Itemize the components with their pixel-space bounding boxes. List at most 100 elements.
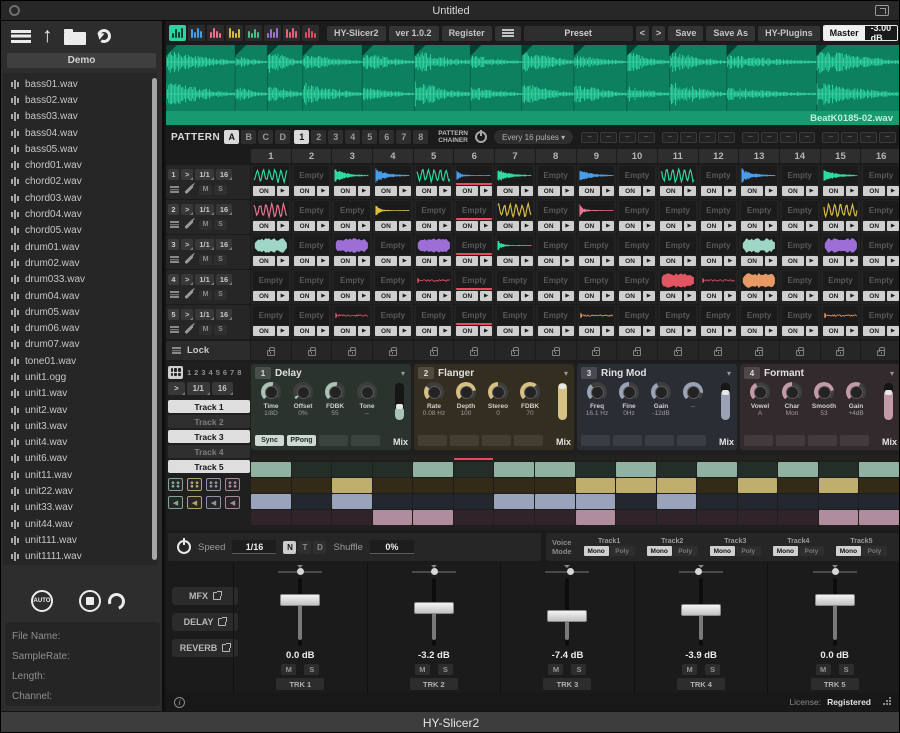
step-cell[interactable]: Empty ON ▶ bbox=[699, 165, 739, 199]
fx-step-cell[interactable] bbox=[373, 494, 413, 509]
step-play-button[interactable]: ▶ bbox=[765, 291, 777, 301]
fx-step-cell[interactable] bbox=[251, 494, 291, 509]
file-item[interactable]: chord04.wav bbox=[3, 206, 157, 222]
track-edit-icon[interactable] bbox=[184, 290, 193, 299]
step-play-button[interactable]: ▶ bbox=[602, 256, 614, 266]
fx-step-cell[interactable] bbox=[292, 510, 332, 525]
step-cell[interactable]: Empty ON ▶ bbox=[251, 270, 291, 304]
step-on-button[interactable]: ON bbox=[782, 256, 804, 266]
pattern-slot-button[interactable]: 2 bbox=[311, 130, 326, 144]
step-cell[interactable]: Empty ON ▶ bbox=[861, 165, 900, 199]
step-play-button[interactable]: ▶ bbox=[602, 326, 614, 336]
step-cell[interactable]: Empty ON ▶ bbox=[292, 200, 332, 234]
lock-cell[interactable] bbox=[658, 341, 698, 360]
track-edit-icon[interactable] bbox=[184, 325, 193, 334]
save-as-button[interactable]: Save As bbox=[706, 26, 755, 41]
step-on-button[interactable]: ON bbox=[416, 326, 438, 336]
fx-step-cell[interactable] bbox=[819, 478, 859, 493]
preset-selector[interactable]: Preset bbox=[524, 26, 633, 41]
fader-handle[interactable] bbox=[815, 594, 855, 606]
step-cell[interactable]: Empty ON ▶ bbox=[292, 235, 332, 269]
track-menu-icon[interactable] bbox=[170, 221, 179, 228]
track-rate-button[interactable]: 1/1 bbox=[195, 204, 213, 215]
fx-pattern-number[interactable]: 4 bbox=[209, 368, 213, 377]
step-cell[interactable]: ON ▶ bbox=[495, 165, 535, 199]
step-waveform[interactable] bbox=[741, 271, 777, 290]
fx-step-cell[interactable] bbox=[738, 510, 778, 525]
pattern-slot-button[interactable]: 4 bbox=[345, 130, 360, 144]
step-cell[interactable]: Empty ON ▶ bbox=[414, 305, 454, 339]
step-play-button[interactable]: ▶ bbox=[643, 326, 655, 336]
step-on-button[interactable]: ON bbox=[253, 291, 275, 301]
fx-option-button[interactable] bbox=[514, 435, 543, 446]
fx-name[interactable]: Ring Mod bbox=[601, 368, 723, 379]
sample-slot-button[interactable] bbox=[207, 25, 224, 41]
step-on-button[interactable]: ON bbox=[863, 221, 885, 231]
fx-option-button[interactable] bbox=[776, 435, 805, 446]
fx-rate-button[interactable]: 1/1 bbox=[187, 382, 210, 395]
step-on-button[interactable]: ON bbox=[375, 186, 397, 196]
step-on-button[interactable]: ON bbox=[375, 221, 397, 231]
step-on-button[interactable]: ON bbox=[497, 186, 519, 196]
step-play-button[interactable]: ▶ bbox=[846, 186, 858, 196]
pattern-bank-button[interactable]: D bbox=[275, 130, 290, 144]
step-on-button[interactable]: ON bbox=[538, 221, 560, 231]
folder-icon[interactable] bbox=[64, 32, 86, 45]
sample-slot-button[interactable] bbox=[226, 25, 243, 41]
step-on-button[interactable]: ON bbox=[538, 326, 560, 336]
step-play-button[interactable]: ▶ bbox=[277, 221, 289, 231]
step-cell[interactable]: Empty ON ▶ bbox=[454, 270, 494, 304]
fx-step-cell[interactable] bbox=[859, 494, 899, 509]
fx-pattern-number[interactable]: 3 bbox=[201, 368, 205, 377]
step-cell[interactable]: Empty ON ▶ bbox=[373, 235, 413, 269]
step-waveform[interactable] bbox=[823, 166, 859, 185]
pan-slider[interactable] bbox=[412, 567, 456, 576]
fx-option-button[interactable] bbox=[319, 435, 348, 446]
step-cell[interactable]: ON ▶ bbox=[414, 235, 454, 269]
fx-knob-tone[interactable]: Tone – bbox=[351, 382, 383, 417]
step-cell[interactable]: Empty ON ▶ bbox=[495, 270, 535, 304]
preset-next-button[interactable]: > bbox=[652, 26, 665, 41]
step-on-button[interactable]: ON bbox=[660, 221, 682, 231]
step-play-button[interactable]: ▶ bbox=[317, 256, 329, 266]
file-item[interactable]: drum05.wav bbox=[3, 304, 157, 320]
track-mute-button[interactable]: M bbox=[199, 325, 212, 335]
step-waveform[interactable]: Empty bbox=[782, 271, 818, 290]
step-cell[interactable]: Empty ON ▶ bbox=[251, 305, 291, 339]
main-menu-button[interactable] bbox=[495, 26, 521, 41]
fx-option-button[interactable] bbox=[808, 435, 837, 446]
fx-step-cell[interactable] bbox=[454, 510, 494, 525]
step-on-button[interactable]: ON bbox=[863, 326, 885, 336]
fx-step-cell[interactable] bbox=[332, 510, 372, 525]
step-play-button[interactable]: ▶ bbox=[684, 326, 696, 336]
track-mute-button[interactable]: M bbox=[199, 185, 212, 195]
pattern-chain-cell[interactable]: – bbox=[600, 132, 617, 143]
step-waveform[interactable] bbox=[375, 166, 411, 185]
step-on-button[interactable]: ON bbox=[497, 291, 519, 301]
fx-knob-char[interactable]: Char Mon bbox=[776, 382, 808, 417]
step-waveform[interactable]: Empty bbox=[294, 306, 330, 325]
step-play-button[interactable]: ▶ bbox=[562, 326, 574, 336]
fx-track-button[interactable]: Track 3 bbox=[168, 430, 250, 443]
step-cell[interactable]: Empty ON ▶ bbox=[617, 305, 657, 339]
fx-step-cell[interactable] bbox=[657, 510, 697, 525]
step-waveform[interactable]: Empty bbox=[619, 271, 655, 290]
step-play-button[interactable]: ▶ bbox=[724, 326, 736, 336]
pan-slider[interactable] bbox=[278, 567, 322, 576]
step-waveform[interactable]: Empty bbox=[660, 236, 696, 255]
step-waveform[interactable] bbox=[334, 236, 370, 255]
pattern-bank-button[interactable]: C bbox=[258, 130, 273, 144]
fx-step-cell[interactable] bbox=[332, 462, 372, 477]
sample-slot-button[interactable] bbox=[283, 25, 300, 41]
step-on-button[interactable]: ON bbox=[660, 291, 682, 301]
mono-button[interactable]: Mono bbox=[836, 546, 861, 556]
step-cell[interactable]: ON ▶ bbox=[739, 270, 779, 304]
step-play-button[interactable]: ▶ bbox=[521, 291, 533, 301]
step-waveform[interactable]: Empty bbox=[701, 166, 737, 185]
step-play-button[interactable]: ▶ bbox=[887, 221, 899, 231]
track-rate-button[interactable]: 1/1 bbox=[195, 274, 213, 285]
pattern-chain-cell[interactable]: – bbox=[742, 132, 759, 143]
step-play-button[interactable]: ▶ bbox=[765, 186, 777, 196]
dice-icon[interactable] bbox=[225, 478, 240, 491]
step-cell[interactable]: Empty ON ▶ bbox=[861, 305, 900, 339]
